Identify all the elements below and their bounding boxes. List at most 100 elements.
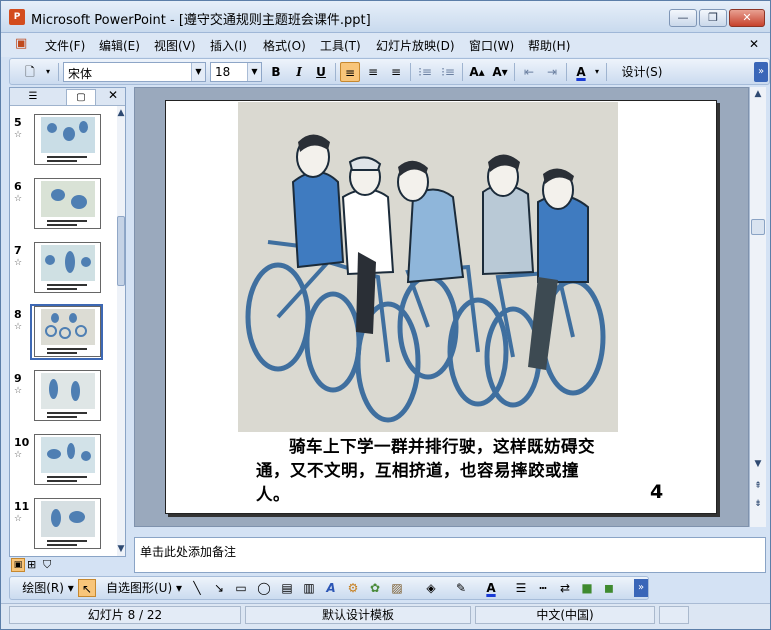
align-center-button[interactable]: ≡ [363, 62, 383, 82]
toolbar-overflow-button[interactable]: » [754, 62, 768, 82]
scroll-down-icon[interactable]: ▼ [750, 457, 766, 471]
insert-picture-icon[interactable]: ▨ [388, 579, 406, 597]
normal-view-icon[interactable]: ▣ [11, 558, 25, 572]
font-size-value: 18 [215, 65, 231, 79]
dash-style-icon[interactable]: ┅ [534, 579, 552, 597]
cyclists-illustration[interactable] [238, 102, 618, 432]
3d-style-icon[interactable]: ◼ [600, 579, 618, 597]
panel-close-icon[interactable]: ✕ [108, 88, 118, 102]
slide-number-label: 6 [14, 180, 22, 193]
slide-page-number[interactable]: 4 [650, 481, 663, 503]
select-objects-icon[interactable]: ↖ [78, 579, 96, 597]
diagram-icon[interactable]: ⚙ [344, 579, 362, 597]
underline-button[interactable]: U [311, 62, 331, 82]
scroll-up-icon[interactable]: ▲ [113, 106, 129, 120]
slides-panel-scrollbar[interactable]: ▲ ▼ [117, 106, 125, 556]
design-button[interactable]: 设计(S) [611, 62, 673, 82]
slide-caption[interactable]: 骑车上下学一群并排行驶，这样既妨碍交通，又不文明，互相挤道，也容易摔跤或撞人。 [256, 435, 606, 507]
line-style-icon[interactable]: ☰ [512, 579, 530, 597]
slide-number-label: 5 [14, 116, 22, 129]
slide-thumbnail-11[interactable]: 11 ☆ [12, 498, 107, 556]
rectangle-tool-icon[interactable]: ▭ [232, 579, 250, 597]
draw-menu-button[interactable]: 绘图(R) ▾ [20, 579, 76, 597]
status-empty-field [659, 606, 689, 624]
powerpoint-app-icon[interactable]: P [9, 9, 25, 25]
slide-thumbnail-5[interactable]: 5 ☆ [12, 114, 107, 172]
font-color-dropdown-icon[interactable]: ▾ [592, 62, 602, 82]
font-name-combo[interactable]: 宋体 ▼ [63, 62, 206, 82]
tab-slides[interactable]: ▢ [66, 89, 96, 105]
font-size-combo[interactable]: 18 ▼ [210, 62, 262, 82]
animation-star-icon: ☆ [14, 322, 23, 332]
decrease-font-size-button[interactable]: A▾ [490, 62, 510, 82]
current-slide[interactable]: 骑车上下学一群并排行驶，这样既妨碍交通，又不文明，互相挤道，也容易摔跤或撞人。 … [165, 100, 717, 514]
slide-thumbnail-8[interactable]: 8 ☆ [12, 304, 107, 364]
menu-help[interactable]: 帮助(H) [528, 37, 570, 54]
maximize-button[interactable]: ❐ [699, 9, 727, 27]
menu-edit[interactable]: 编辑(E) [99, 37, 140, 54]
align-right-button[interactable]: ≡ [386, 62, 406, 82]
menu-view[interactable]: 视图(V) [154, 37, 196, 54]
clipart-icon[interactable]: ✿ [366, 579, 384, 597]
toolbar-options-dropdown[interactable]: ▾ [42, 62, 54, 82]
notes-pane[interactable]: 单击此处添加备注 [134, 537, 766, 573]
vertical-textbox-tool-icon[interactable]: ▥ [300, 579, 318, 597]
increase-font-size-button[interactable]: A▴ [467, 62, 487, 82]
slide-editing-area: 骑车上下学一群并排行驶，这样既妨碍交通，又不文明，互相挤道，也容易摔跤或撞人。 … [134, 87, 749, 527]
drawbar-overflow-button[interactable]: » [634, 579, 648, 597]
arrow-tool-icon[interactable]: ↘ [210, 579, 228, 597]
design-template-status[interactable]: 默认设计模板 [245, 606, 471, 624]
document-icon[interactable]: ▣ [15, 36, 27, 51]
view-buttons: ▣ ⊞ ⛉ [9, 558, 126, 574]
oval-tool-icon[interactable]: ◯ [255, 579, 273, 597]
increase-indent-button[interactable]: ⇥ [542, 62, 562, 82]
menu-slideshow[interactable]: 幻灯片放映(D) [376, 37, 455, 54]
bold-button[interactable]: B [266, 62, 286, 82]
next-slide-icon[interactable]: ⇟ [750, 497, 766, 511]
textbox-tool-icon[interactable]: ▤ [278, 579, 296, 597]
slide-thumbnail-10[interactable]: 10 ☆ [12, 434, 107, 492]
scroll-down-icon[interactable]: ▼ [113, 542, 129, 556]
tab-outline[interactable]: ☰ [18, 89, 48, 105]
scroll-up-icon[interactable]: ▲ [750, 87, 766, 101]
font-color-icon[interactable]: A [478, 579, 504, 597]
slide-vertical-scrollbar[interactable]: ▲ ▼ ⇞ ⇟ [749, 87, 766, 527]
close-document-icon[interactable]: ✕ [749, 37, 759, 51]
menu-window[interactable]: 窗口(W) [469, 37, 514, 54]
shadow-style-icon[interactable]: ■ [578, 579, 596, 597]
slide-number-label: 9 [14, 372, 22, 385]
slide-thumbnail-6[interactable]: 6 ☆ [12, 178, 107, 236]
slide-thumbnail-9[interactable]: 9 ☆ [12, 370, 107, 428]
slide-thumbnail-7[interactable]: 7 ☆ [12, 242, 107, 300]
menu-insert[interactable]: 插入(I) [210, 37, 247, 54]
wordart-icon[interactable]: A [322, 579, 340, 597]
menu-file[interactable]: 文件(F) [45, 37, 85, 54]
close-window-button[interactable]: ✕ [729, 9, 765, 27]
decrease-indent-button[interactable]: ⇤ [519, 62, 539, 82]
slideshow-view-icon[interactable]: ⛉ [43, 558, 51, 572]
slide-number-label: 7 [14, 244, 22, 257]
autoshapes-menu-button[interactable]: 自选图形(U) ▾ [104, 579, 184, 597]
font-name-dropdown-icon[interactable]: ▼ [191, 63, 205, 81]
slide-scroll-thumb[interactable] [751, 219, 765, 235]
line-color-icon[interactable]: ✎ [448, 579, 474, 597]
previous-slide-icon[interactable]: ⇞ [750, 479, 766, 493]
numbering-button[interactable]: ⁝≡ [415, 62, 435, 82]
panel-tabs: ☰ ▢ ✕ [10, 88, 125, 106]
notes-placeholder[interactable]: 单击此处添加备注 [140, 543, 236, 560]
slide-sorter-view-icon[interactable]: ⊞ [27, 558, 36, 571]
menu-tools[interactable]: 工具(T) [320, 37, 361, 54]
arrow-style-icon[interactable]: ⇄ [556, 579, 574, 597]
font-size-dropdown-icon[interactable]: ▼ [247, 63, 261, 81]
fill-color-icon[interactable]: ◈ [418, 579, 444, 597]
minimize-button[interactable]: — [669, 9, 697, 27]
align-left-button[interactable]: ≡ [340, 62, 360, 82]
bullets-button[interactable]: ⁝≡ [438, 62, 458, 82]
italic-button[interactable]: I [289, 62, 309, 82]
font-color-button[interactable]: A [571, 62, 591, 82]
line-tool-icon[interactable]: ╲ [188, 579, 206, 597]
slides-panel-scroll-thumb[interactable] [117, 216, 125, 286]
menu-format[interactable]: 格式(O) [263, 37, 306, 54]
new-document-icon[interactable]: 🗋 [20, 62, 40, 82]
toolbar-separator [514, 63, 515, 81]
